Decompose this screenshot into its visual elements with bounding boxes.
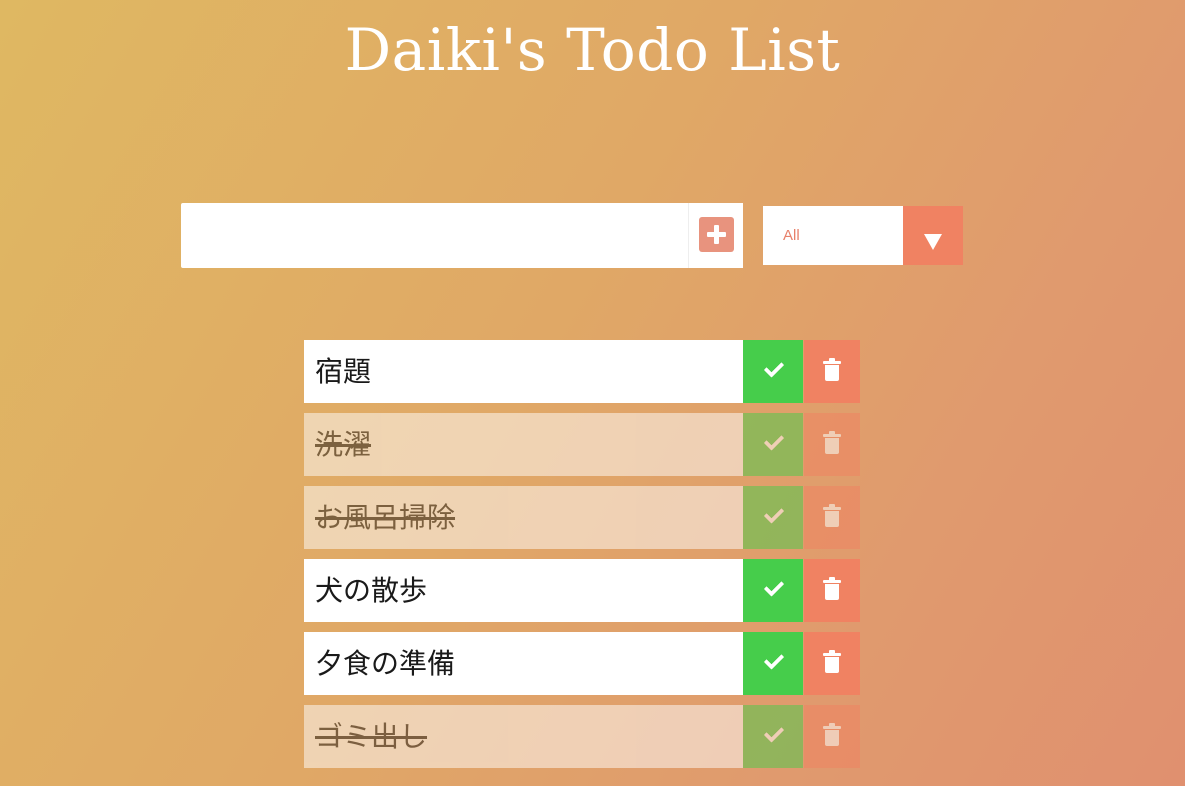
delete-button[interactable] — [804, 705, 860, 768]
todo-text: 夕食の準備 — [304, 632, 743, 695]
todo-item: 夕食の準備 — [304, 632, 860, 695]
filter-selected-value: All — [783, 227, 800, 244]
check-icon — [763, 430, 785, 451]
trash-icon — [823, 434, 841, 437]
trash-icon-body — [825, 511, 839, 527]
todo-input[interactable] — [181, 203, 688, 268]
complete-button[interactable] — [743, 705, 803, 768]
todo-text: 犬の散歩 — [304, 559, 743, 622]
trash-icon — [823, 580, 841, 583]
complete-button[interactable] — [743, 340, 803, 403]
todo-text: 宿題 — [304, 340, 743, 403]
page-title: Daiki's Todo List — [344, 16, 841, 84]
filter-dropdown-toggle[interactable] — [903, 206, 963, 265]
todo-item: ゴミ出し — [304, 705, 860, 768]
todo-text: 洗濯 — [304, 413, 743, 476]
trash-icon-body — [825, 730, 839, 746]
delete-button[interactable] — [804, 486, 860, 549]
todo-text: ゴミ出し — [304, 705, 743, 768]
delete-button[interactable] — [804, 559, 860, 622]
delete-button[interactable] — [804, 340, 860, 403]
trash-icon-body — [825, 365, 839, 381]
trash-icon — [823, 507, 841, 510]
delete-button[interactable] — [804, 632, 860, 695]
caret-down-icon — [924, 234, 942, 250]
complete-button[interactable] — [743, 486, 803, 549]
trash-icon-body — [825, 438, 839, 454]
check-icon — [763, 503, 785, 524]
check-icon — [763, 576, 785, 597]
plus-square-icon — [699, 217, 734, 252]
complete-button[interactable] — [743, 632, 803, 695]
todo-item: 宿題 — [304, 340, 860, 403]
trash-icon-body — [825, 584, 839, 600]
check-icon — [763, 649, 785, 670]
add-todo-button[interactable] — [688, 203, 743, 268]
trash-icon-body — [825, 657, 839, 673]
filter-select[interactable]: All — [763, 206, 963, 265]
todo-text: お風呂掃除 — [304, 486, 743, 549]
check-icon — [763, 722, 785, 743]
trash-icon — [823, 653, 841, 656]
trash-icon — [823, 726, 841, 729]
complete-button[interactable] — [743, 559, 803, 622]
delete-button[interactable] — [804, 413, 860, 476]
todo-item: お風呂掃除 — [304, 486, 860, 549]
complete-button[interactable] — [743, 413, 803, 476]
check-icon — [763, 357, 785, 378]
todo-item: 犬の散歩 — [304, 559, 860, 622]
todo-item: 洗濯 — [304, 413, 860, 476]
todo-list: 宿題 洗濯 お風呂掃除 犬の散歩 夕食の準備 ゴミ出し — [304, 340, 860, 778]
trash-icon — [823, 361, 841, 364]
todo-form — [181, 203, 743, 268]
